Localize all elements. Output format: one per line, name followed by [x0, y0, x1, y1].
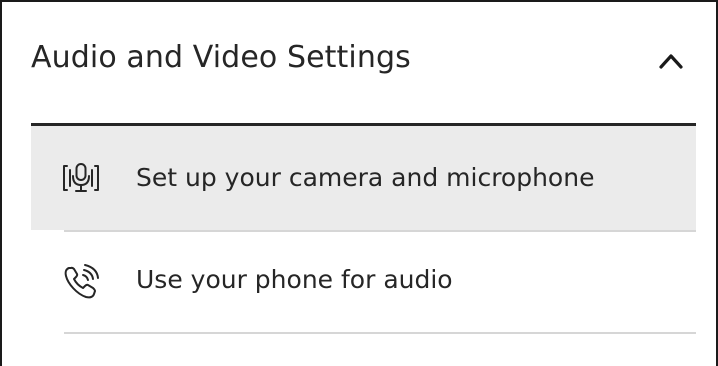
audio-video-settings-panel: Audio and Video Settings Set up your cam… [0, 0, 718, 366]
menu-item-phone-audio[interactable]: Use your phone for audio [31, 232, 696, 336]
item-divider [64, 332, 696, 334]
camera-microphone-icon [61, 160, 101, 196]
phone-audio-icon [61, 262, 101, 299]
chevron-up-icon[interactable] [654, 44, 688, 78]
menu-item-label: Set up your camera and microphone [136, 163, 595, 192]
panel-header[interactable]: Audio and Video Settings [2, 2, 716, 124]
menu-item-label: Use your phone for audio [136, 265, 453, 294]
panel-title: Audio and Video Settings [31, 40, 411, 75]
menu-item-camera-microphone[interactable]: Set up your camera and microphone [31, 126, 696, 230]
